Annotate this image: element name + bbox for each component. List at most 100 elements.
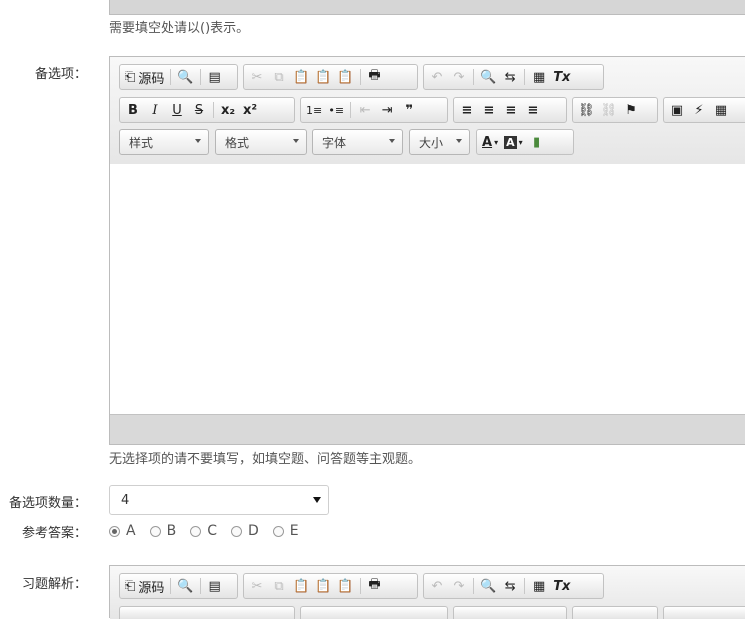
bold-button[interactable]: B bbox=[122, 99, 144, 121]
paste-icon: 📋 bbox=[293, 578, 310, 594]
answer-option-d[interactable]: D bbox=[230, 523, 259, 539]
subscript-button[interactable]: x₂ bbox=[217, 99, 239, 121]
option-count-value: 4 bbox=[121, 492, 130, 508]
options-editor-status-bar bbox=[110, 414, 745, 444]
font-combo[interactable]: 字体 bbox=[312, 129, 403, 155]
replace-button[interactable]: ⇆ bbox=[499, 66, 521, 88]
flag-icon: ⚑ bbox=[625, 102, 637, 118]
template-button[interactable]: ▤ bbox=[204, 66, 226, 88]
text-color-icon: A bbox=[482, 134, 493, 150]
separator bbox=[199, 578, 201, 594]
cut-button[interactable]: ✂ bbox=[246, 575, 268, 597]
table-icon: ▦ bbox=[714, 102, 728, 118]
align-right-button[interactable]: ≡ bbox=[500, 99, 522, 121]
outdent-icon: ⇤ bbox=[359, 102, 371, 118]
styles-combo[interactable]: 样式 bbox=[119, 129, 209, 155]
anchor-button[interactable]: ⚑ bbox=[620, 99, 642, 121]
paste-word-button[interactable]: 📋 bbox=[334, 575, 356, 597]
bulleted-list-icon: •≡ bbox=[328, 103, 345, 117]
align-left-button[interactable]: ≡ bbox=[456, 99, 478, 121]
italic-button[interactable]: I bbox=[144, 99, 166, 121]
image-button[interactable]: ▣ bbox=[666, 99, 688, 121]
chevron-down-icon bbox=[195, 139, 201, 143]
replace-button[interactable]: ⇆ bbox=[499, 575, 521, 597]
background-color-icon: A bbox=[504, 135, 517, 149]
find-button[interactable]: 🔍 bbox=[477, 575, 499, 597]
link-button[interactable]: ⛓ bbox=[575, 99, 598, 121]
iframe-button[interactable]: ▮ bbox=[526, 131, 548, 153]
unlink-button[interactable]: ⛓ bbox=[598, 99, 621, 121]
options-editor-content[interactable] bbox=[110, 164, 745, 415]
paste-text-icon: 📋 bbox=[315, 578, 332, 594]
separator bbox=[359, 578, 361, 594]
cut-button[interactable]: ✂ bbox=[246, 66, 268, 88]
underline-icon: U bbox=[172, 102, 182, 118]
paste-button[interactable]: 📋 bbox=[290, 66, 312, 88]
format-combo[interactable]: 格式 bbox=[215, 129, 307, 155]
paste-word-icon: 📋 bbox=[337, 578, 354, 594]
copy-button[interactable]: ⧉ bbox=[268, 575, 290, 597]
undo-button[interactable]: ↶ bbox=[426, 575, 448, 597]
numbered-list-button[interactable]: 1≡ bbox=[303, 99, 325, 121]
indent-button[interactable]: ⇥ bbox=[376, 99, 398, 121]
redo-button[interactable]: ↷ bbox=[448, 575, 470, 597]
answer-option-a[interactable]: A bbox=[109, 523, 136, 539]
radio-button[interactable] bbox=[190, 525, 202, 537]
previous-editor-bottom-bar bbox=[109, 0, 745, 15]
radio-button[interactable] bbox=[109, 525, 120, 537]
toolbar-group-editing: ↶ ↷ 🔍 ⇆ ▦ Tx bbox=[423, 573, 604, 599]
select-all-button[interactable]: ▦ bbox=[528, 66, 550, 88]
redo-button[interactable]: ↷ bbox=[448, 66, 470, 88]
superscript-button[interactable]: x² bbox=[239, 99, 261, 121]
text-color-button[interactable]: A ▾ bbox=[479, 131, 501, 153]
source-button[interactable]: ⎗ 源码 bbox=[122, 66, 167, 88]
bulleted-list-button[interactable]: •≡ bbox=[325, 99, 347, 121]
toolbar-group-align: ≡ ≡ ≡ ≡ bbox=[453, 97, 567, 123]
paste-word-button[interactable]: 📋 bbox=[334, 66, 356, 88]
remove-format-button[interactable]: Tx bbox=[550, 66, 573, 88]
align-justify-button[interactable]: ≡ bbox=[522, 99, 544, 121]
undo-button[interactable]: ↶ bbox=[426, 66, 448, 88]
blockquote-button[interactable]: ❞ bbox=[398, 99, 420, 121]
redo-icon: ↷ bbox=[453, 69, 465, 85]
answer-option-c[interactable]: C bbox=[190, 523, 217, 539]
answer-option-e[interactable]: E bbox=[272, 523, 299, 539]
select-all-button[interactable]: ▦ bbox=[528, 575, 550, 597]
option-count-select[interactable]: 4 bbox=[109, 485, 329, 515]
image-icon: ▣ bbox=[670, 102, 684, 118]
outdent-button[interactable]: ⇤ bbox=[354, 99, 376, 121]
template-button[interactable]: ▤ bbox=[204, 575, 226, 597]
bg-color-button[interactable]: A ▾ bbox=[501, 131, 526, 153]
separator bbox=[170, 578, 172, 594]
chevron-down-icon bbox=[456, 139, 462, 143]
underline-button[interactable]: U bbox=[166, 99, 188, 121]
source-icon: ⎗ bbox=[125, 69, 136, 85]
preview-button[interactable]: 🔍 bbox=[174, 66, 196, 88]
subscript-icon: x₂ bbox=[220, 102, 236, 118]
blockquote-icon: ❞ bbox=[405, 102, 414, 118]
radio-button[interactable] bbox=[230, 525, 242, 537]
select-all-icon: ▦ bbox=[533, 578, 546, 594]
answer-option-b[interactable]: B bbox=[149, 523, 176, 539]
paste-button[interactable]: 📋 bbox=[290, 575, 312, 597]
font-size-combo[interactable]: 大小 bbox=[409, 129, 470, 155]
print-button[interactable]: 🖶 bbox=[364, 575, 386, 597]
radio-button[interactable] bbox=[149, 525, 161, 537]
align-center-button[interactable]: ≡ bbox=[478, 99, 500, 121]
flash-button[interactable]: ⚡ bbox=[688, 99, 710, 121]
paste-text-button[interactable]: 📋 bbox=[312, 575, 334, 597]
source-button[interactable]: ⎗ 源码 bbox=[122, 575, 167, 597]
strike-button[interactable]: S bbox=[188, 99, 210, 121]
radio-button[interactable] bbox=[272, 525, 284, 537]
align-justify-icon: ≡ bbox=[527, 102, 539, 118]
find-button[interactable]: 🔍 bbox=[477, 66, 499, 88]
template-icon: ▤ bbox=[208, 578, 221, 594]
copy-button[interactable]: ⧉ bbox=[268, 66, 290, 88]
preview-button[interactable]: 🔍 bbox=[174, 575, 196, 597]
bold-icon: B bbox=[128, 102, 138, 118]
chevron-down-icon bbox=[389, 139, 395, 143]
paste-text-button[interactable]: 📋 bbox=[312, 66, 334, 88]
remove-format-button[interactable]: Tx bbox=[550, 575, 573, 597]
table-button[interactable]: ▦ bbox=[710, 99, 732, 121]
print-button[interactable]: 🖶 bbox=[364, 66, 386, 88]
